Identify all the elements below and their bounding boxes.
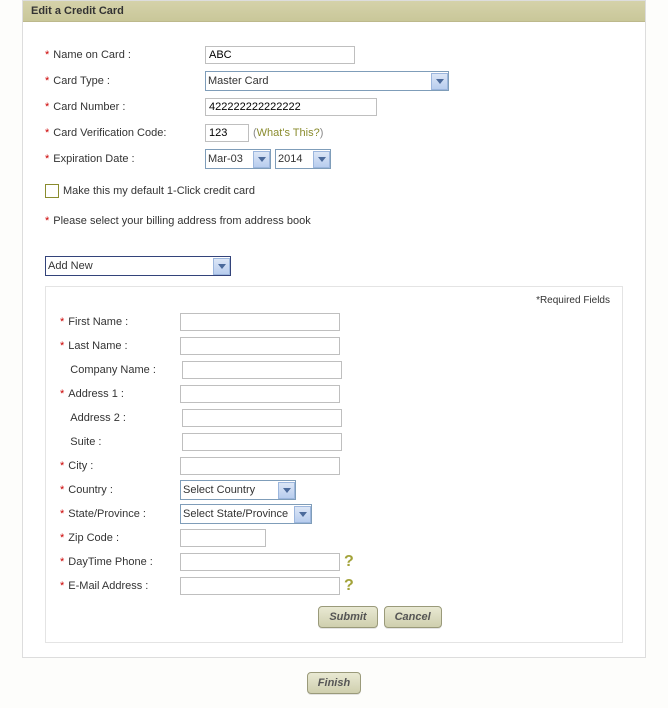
company-input[interactable] xyxy=(182,361,342,379)
city-label: City : xyxy=(68,460,93,472)
last-name-label: Last Name : xyxy=(68,340,127,352)
required-fields-label: *Required Fields xyxy=(60,295,610,306)
card-number-input[interactable] xyxy=(205,98,377,116)
first-name-label: First Name : xyxy=(68,316,128,328)
default-card-checkbox[interactable] xyxy=(45,184,59,198)
card-type-label: Card Type : xyxy=(53,75,110,87)
submit-button[interactable]: Submit xyxy=(318,606,377,628)
suite-input[interactable] xyxy=(182,433,342,451)
chevron-down-icon xyxy=(313,151,330,168)
address2-input[interactable] xyxy=(182,409,342,427)
state-label: State/Province : xyxy=(68,508,146,520)
edit-card-panel: Edit a Credit Card *Name on Card : *Card… xyxy=(22,0,646,658)
card-form: *Name on Card : *Card Type : Master Card… xyxy=(23,22,645,248)
chevron-down-icon xyxy=(294,506,311,523)
cvv-input[interactable] xyxy=(205,124,249,142)
last-name-input[interactable] xyxy=(180,337,340,355)
cvv-label: Card Verification Code: xyxy=(53,127,166,139)
zip-input[interactable] xyxy=(180,529,266,547)
chevron-down-icon xyxy=(213,258,230,275)
billing-select-label: Please select your billing address from … xyxy=(53,215,310,227)
address-book-select[interactable]: Add New xyxy=(45,256,231,276)
address2-label: Address 2 : xyxy=(70,412,126,424)
req-star: * xyxy=(45,49,49,61)
panel-title: Edit a Credit Card xyxy=(23,1,645,22)
cancel-button[interactable]: Cancel xyxy=(384,606,442,628)
chevron-down-icon xyxy=(278,482,295,499)
finish-button[interactable]: Finish xyxy=(307,672,361,694)
address-form: *Required Fields *First Name : *Last Nam… xyxy=(45,286,623,643)
country-label: Country : xyxy=(68,484,113,496)
state-select[interactable]: Select State/Province xyxy=(180,504,312,524)
help-icon[interactable]: ? xyxy=(344,553,354,571)
chevron-down-icon xyxy=(431,73,448,90)
whats-this-link[interactable]: What's This? xyxy=(257,127,320,139)
exp-month-select[interactable]: Mar-03 xyxy=(205,149,271,169)
daytime-phone-input[interactable] xyxy=(180,553,340,571)
email-input[interactable] xyxy=(180,577,340,595)
zip-label: Zip Code : xyxy=(68,532,119,544)
first-name-input[interactable] xyxy=(180,313,340,331)
exp-label: Expiration Date : xyxy=(53,153,134,165)
default-card-label: Make this my default 1-Click credit card xyxy=(63,185,255,197)
card-type-select[interactable]: Master Card xyxy=(205,71,449,91)
address1-input[interactable] xyxy=(180,385,340,403)
chevron-down-icon xyxy=(253,151,270,168)
name-on-card-label: Name on Card : xyxy=(53,49,131,61)
company-label: Company Name : xyxy=(70,364,156,376)
country-select[interactable]: Select Country xyxy=(180,480,296,500)
card-number-label: Card Number : xyxy=(53,101,125,113)
exp-year-select[interactable]: 2014 xyxy=(275,149,331,169)
help-icon[interactable]: ? xyxy=(344,577,354,595)
email-label: E-Mail Address : xyxy=(68,580,148,592)
daytime-phone-label: DayTime Phone : xyxy=(68,556,153,568)
name-on-card-input[interactable] xyxy=(205,46,355,64)
suite-label: Suite : xyxy=(70,436,101,448)
city-input[interactable] xyxy=(180,457,340,475)
address1-label: Address 1 : xyxy=(68,388,124,400)
